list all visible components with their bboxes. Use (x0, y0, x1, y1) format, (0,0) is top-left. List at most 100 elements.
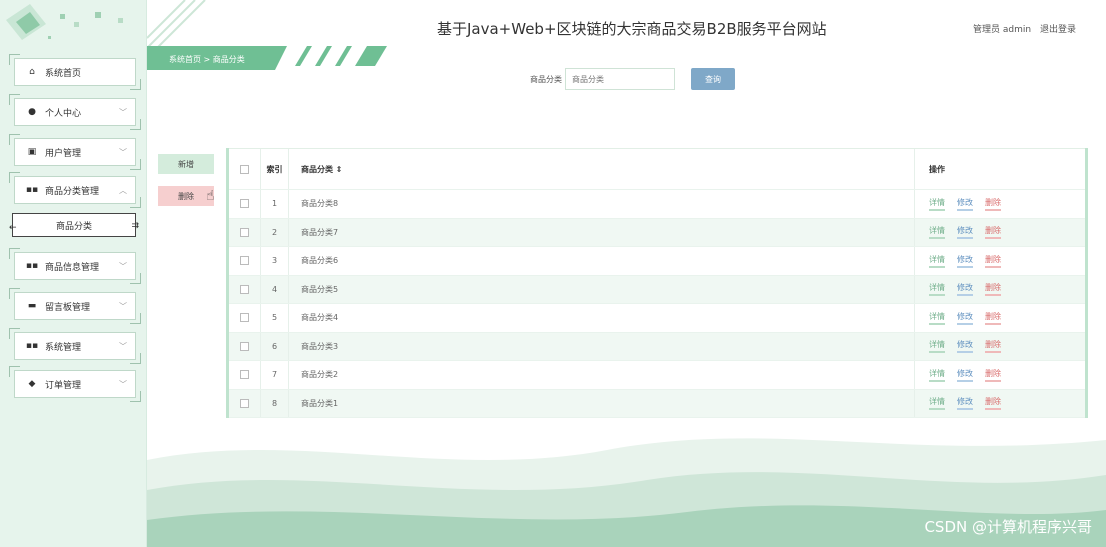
table-row: 4 商品分类5 详情 修改 删除 (229, 275, 1085, 304)
row-operations: 详情 修改 删除 (915, 219, 1085, 247)
row-checkbox[interactable] (240, 227, 249, 237)
remove-link[interactable]: 删除 (985, 225, 1001, 240)
user-info: 管理员 admin 退出登录 (967, 22, 1076, 35)
sidebar-item-personal-center[interactable]: ● 个人中心 ﹀ (9, 94, 141, 130)
breadcrumb-current: 商品分类 (212, 55, 245, 64)
row-category-name: 商品分类3 (289, 332, 915, 360)
remove-link[interactable]: 删除 (985, 311, 1001, 325)
remove-link[interactable]: 删除 (985, 197, 1001, 211)
sidebar-item-home[interactable]: ⌂ 系统首页 (9, 54, 141, 90)
row-checkbox-cell (229, 190, 261, 218)
chevron-down-icon: ﹀ (119, 148, 127, 157)
row-index: 3 (261, 247, 289, 275)
row-operations: 详情 修改 删除 (915, 247, 1085, 275)
sidebar-item-system[interactable]: ▪▪ 系统管理 ﹀ (9, 328, 141, 364)
hand-cursor-icon: ☝ (206, 188, 215, 204)
detail-link[interactable]: 详情 (929, 368, 945, 382)
row-index: 6 (261, 332, 289, 360)
remove-link[interactable]: 删除 (985, 254, 1001, 268)
row-index: 7 (261, 361, 289, 389)
row-index: 5 (261, 304, 289, 332)
sidebar-item-user-management[interactable]: ▣ 用户管理 ﹀ (9, 134, 141, 170)
row-operations: 详情 修改 删除 (915, 276, 1085, 304)
breadcrumb: 系统首页 > 商品分类 (147, 46, 387, 72)
thumb-icon: ◆ (28, 379, 36, 389)
remove-link[interactable]: 删除 (985, 396, 1001, 411)
sidebar-decoration (6, 4, 123, 40)
arrow-right-icon: ⇉ (131, 221, 139, 231)
detail-link[interactable]: 详情 (929, 282, 945, 297)
row-checkbox-cell (229, 218, 261, 246)
breadcrumb-home[interactable]: 系统首页 (169, 55, 201, 64)
edit-link[interactable]: 修改 (957, 225, 973, 240)
table-body: 1 商品分类8 详情 修改 删除 2 商品分类7 详情 修改 删除 3 商品分类6 详情 修改 删除 4 商品分… (229, 190, 1085, 418)
sidebar-subitem-label: 商品分类 (55, 221, 92, 232)
row-index: 8 (261, 389, 289, 417)
edit-link[interactable]: 修改 (957, 339, 973, 354)
row-operations: 详情 修改 删除 (915, 190, 1085, 218)
logout-link[interactable]: 退出登录 (1040, 25, 1076, 35)
header-checkbox-cell (229, 149, 261, 189)
sidebar-item-label: 商品分类管理 (45, 186, 100, 197)
row-checkbox[interactable] (240, 398, 249, 408)
detail-link[interactable]: 详情 (929, 254, 945, 268)
detail-link[interactable]: 详情 (929, 225, 945, 240)
sidebar-item-label: 商品信息管理 (45, 262, 100, 273)
remove-link[interactable]: 删除 (985, 339, 1001, 354)
chevron-down-icon: ﹀ (119, 262, 127, 271)
detail-link[interactable]: 详情 (929, 339, 945, 354)
row-checkbox[interactable] (240, 199, 249, 209)
row-index: 1 (261, 190, 289, 218)
table-row: 2 商品分类7 详情 修改 删除 (229, 218, 1085, 247)
sidebar-item-label: 订单管理 (45, 380, 82, 391)
clipboard-icon: ▣ (27, 147, 37, 157)
edit-link[interactable]: 修改 (957, 396, 973, 411)
sidebar-subitem-category[interactable]: ← 商品分类 ⇉ (9, 213, 139, 237)
row-checkbox[interactable] (240, 370, 249, 380)
header-category[interactable]: 商品分类 ⇕ (289, 149, 915, 189)
edit-link[interactable]: 修改 (957, 282, 973, 297)
query-button[interactable]: 查询 (691, 68, 735, 90)
remove-link[interactable]: 删除 (985, 282, 1001, 297)
table-header-row: 索引 商品分类 ⇕ 操作 (229, 148, 1085, 190)
row-operations: 详情 修改 删除 (915, 304, 1085, 332)
sidebar-item-category-management[interactable]: ▪▪ 商品分类管理 ︿ (9, 172, 141, 208)
row-checkbox[interactable] (240, 284, 249, 294)
table-row: 5 商品分类4 详情 修改 删除 (229, 304, 1085, 333)
detail-link[interactable]: 详情 (929, 197, 945, 211)
row-category-name: 商品分类6 (289, 247, 915, 275)
row-checkbox-cell (229, 332, 261, 360)
select-all-checkbox[interactable] (240, 164, 249, 174)
edit-link[interactable]: 修改 (957, 254, 973, 268)
sidebar-item-message-board[interactable]: ▬ 留言板管理 ﹀ (9, 288, 141, 324)
chevron-down-icon: ﹀ (119, 342, 127, 351)
edit-link[interactable]: 修改 (957, 197, 973, 211)
table-row: 7 商品分类2 详情 修改 删除 (229, 361, 1085, 390)
row-category-name: 商品分类7 (289, 218, 915, 246)
search-input[interactable] (565, 68, 675, 90)
sidebar-item-label: 用户管理 (45, 148, 82, 159)
header-operations: 操作 (929, 164, 945, 174)
watermark: CSDN @计算机程序兴哥 (924, 518, 1092, 536)
row-operations: 详情 修改 删除 (915, 390, 1085, 418)
remove-link[interactable]: 删除 (985, 368, 1001, 382)
chevron-down-icon: ﹀ (119, 380, 127, 389)
add-button[interactable]: 新增 (158, 154, 214, 174)
row-checkbox[interactable] (240, 256, 249, 266)
grid-icon: ▪▪ (25, 185, 39, 195)
edit-link[interactable]: 修改 (957, 311, 973, 325)
detail-link[interactable]: 详情 (929, 396, 945, 411)
admin-label: 管理员 admin (973, 25, 1032, 35)
row-checkbox[interactable] (240, 313, 249, 323)
row-index: 2 (261, 218, 289, 246)
grid-icon: ▪▪ (25, 341, 39, 351)
row-checkbox[interactable] (240, 341, 249, 351)
row-operations: 详情 修改 删除 (915, 333, 1085, 361)
detail-link[interactable]: 详情 (929, 311, 945, 325)
row-category-name: 商品分类1 (289, 389, 915, 417)
sidebar-item-orders[interactable]: ◆ 订单管理 ﹀ (9, 366, 141, 402)
sidebar-item-product-info[interactable]: ▪▪ 商品信息管理 ﹀ (9, 248, 141, 284)
edit-link[interactable]: 修改 (957, 368, 973, 382)
page-title: 基于Java+Web+区块链的大宗商品交易B2B服务平台网站 (437, 20, 827, 38)
row-category-name: 商品分类4 (289, 304, 915, 332)
